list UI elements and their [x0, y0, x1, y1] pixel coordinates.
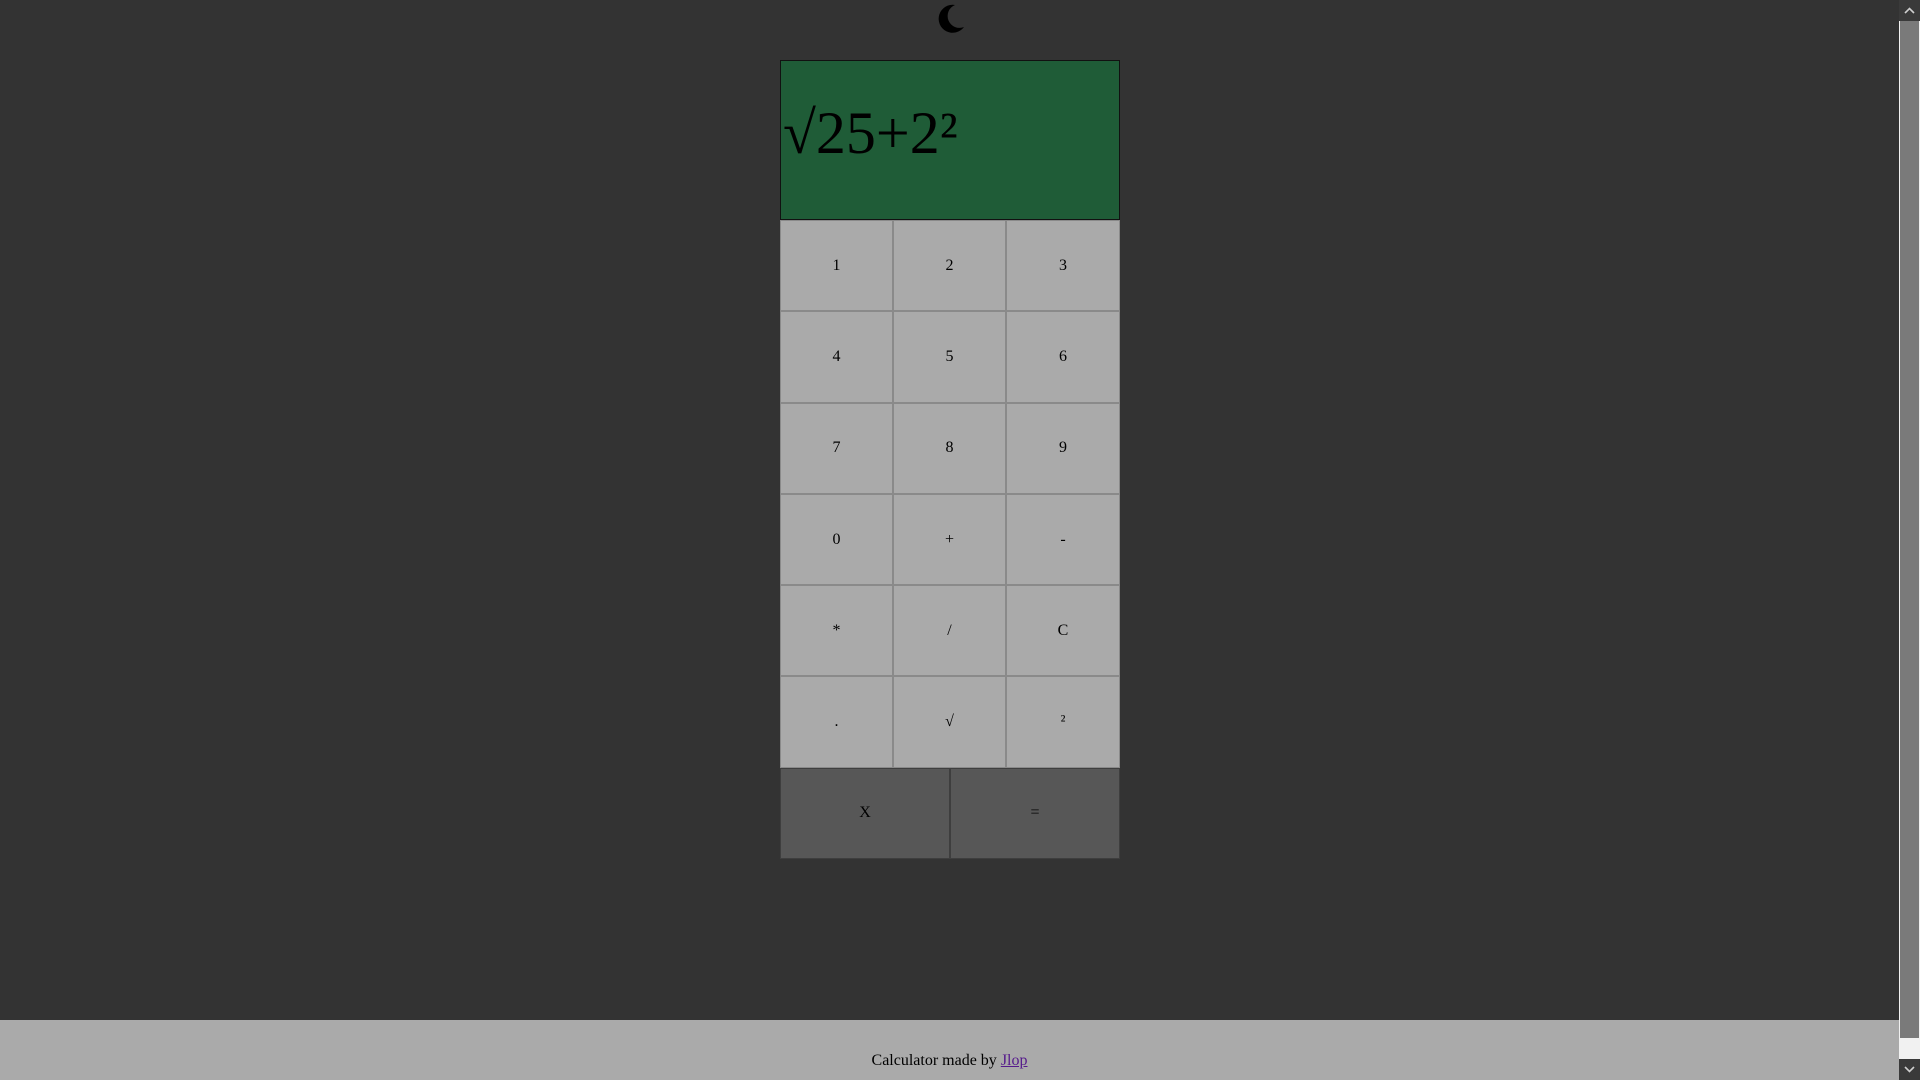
key-clear[interactable]: C [1006, 585, 1120, 677]
key-multiply[interactable]: * [780, 585, 893, 677]
footer: Calculator made by Jlop [0, 1020, 1899, 1080]
key-decimal[interactable]: . [780, 676, 893, 768]
vertical-scrollbar[interactable] [1899, 0, 1920, 1080]
key-divide[interactable]: / [893, 585, 1006, 677]
calculator: √25+2² 1 2 3 4 5 6 7 8 9 0 + - * / C . √… [780, 60, 1120, 859]
footer-text: Calculator made by [871, 1052, 1001, 1069]
key-1[interactable]: 1 [780, 220, 893, 312]
key-5[interactable]: 5 [893, 311, 1006, 403]
keypad-bottom-row: X = [780, 767, 1120, 859]
key-7[interactable]: 7 [780, 402, 893, 494]
keypad: 1 2 3 4 5 6 7 8 9 0 + - * / C . √ ² [780, 220, 1120, 768]
key-3[interactable]: 3 [1006, 220, 1120, 312]
key-plus[interactable]: + [893, 493, 1006, 586]
key-9[interactable]: 9 [1006, 402, 1120, 494]
backspace-button[interactable]: X [780, 767, 950, 859]
moon-icon[interactable] [933, 2, 967, 36]
key-square[interactable]: ² [1006, 676, 1120, 768]
key-square-root[interactable]: √ [893, 676, 1006, 768]
scroll-down-arrow-icon[interactable] [1899, 1059, 1920, 1080]
scroll-up-arrow-icon[interactable] [1899, 0, 1920, 21]
calculator-display: √25+2² [780, 60, 1120, 220]
key-2[interactable]: 2 [893, 220, 1006, 312]
key-4[interactable]: 4 [780, 311, 893, 403]
display-expression: √25+2² [783, 100, 958, 166]
key-6[interactable]: 6 [1006, 311, 1120, 403]
scrollbar-thumb[interactable] [1900, 21, 1919, 1038]
key-0[interactable]: 0 [780, 493, 893, 586]
author-link[interactable]: Jlop [1001, 1052, 1028, 1069]
key-minus[interactable]: - [1006, 493, 1120, 586]
footer-credit: Calculator made by Jlop [872, 1052, 1028, 1070]
calculator-page: √25+2² 1 2 3 4 5 6 7 8 9 0 + - * / C . √… [0, 0, 1899, 1080]
equals-button[interactable]: = [950, 767, 1120, 859]
key-8[interactable]: 8 [893, 402, 1006, 494]
